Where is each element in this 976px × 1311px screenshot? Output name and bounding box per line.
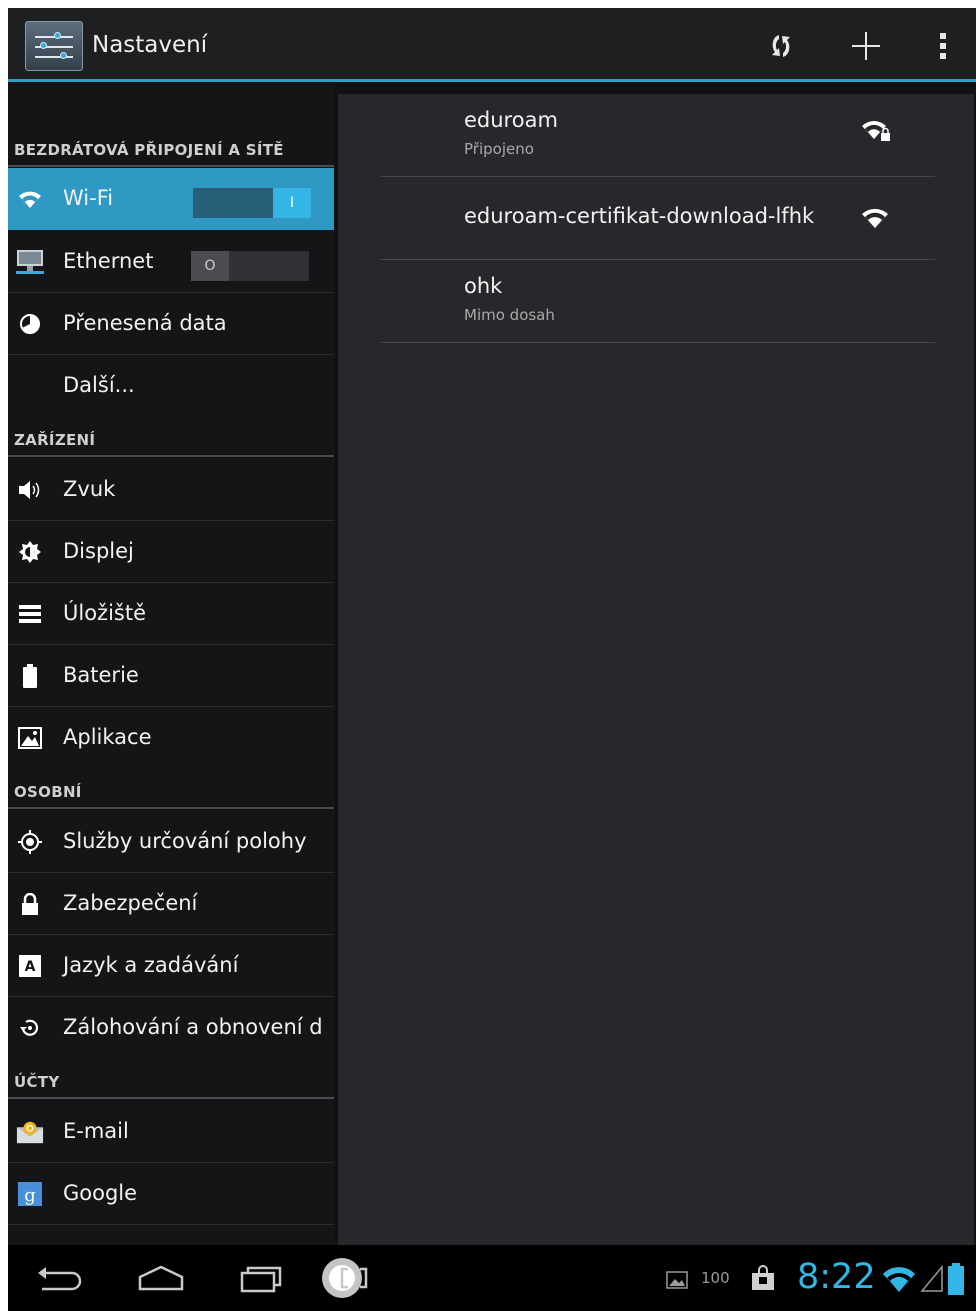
keyboard-a-icon: A (16, 953, 44, 979)
menu-item-data-usage[interactable]: Přenesená data (8, 293, 334, 355)
battery-icon (16, 663, 44, 689)
svg-text:g: g (24, 1185, 36, 1206)
wifi-icon (16, 186, 44, 212)
more-label: Další... (63, 373, 135, 397)
display-label: Displej (63, 539, 134, 563)
section-header-wireless: BEZDRÁTOVÁ PŘIPOJENÍ A SÍTĚ (8, 129, 334, 167)
ethernet-label: Ethernet (63, 249, 154, 273)
speaker-icon (16, 477, 44, 503)
screenshot-button[interactable] (320, 1255, 380, 1305)
menu-item-more[interactable]: Další... (8, 355, 334, 410)
network-status: Připojeno (464, 140, 534, 158)
gallery-notification-icon (666, 1271, 688, 1289)
brightness-icon (16, 539, 44, 565)
network-name: ohk (464, 274, 503, 298)
google-icon: g (16, 1181, 44, 1207)
recent-apps-icon (240, 1266, 282, 1293)
menu-item-display[interactable]: Displej (8, 521, 334, 583)
lock-icon (16, 891, 44, 917)
backup-restore-icon (16, 1015, 44, 1041)
wifi-label: Wi-Fi (63, 186, 114, 210)
location-label: Služby určování polohy (63, 829, 307, 853)
wps-button[interactable] (756, 22, 806, 70)
menu-item-google[interactable]: g Google (8, 1163, 334, 1225)
menu-item-storage[interactable]: Úložiště (8, 583, 334, 645)
security-label: Zabezpečení (63, 891, 198, 915)
app-title: Nastavení (92, 32, 208, 58)
settings-menu: BEZDRÁTOVÁ PŘIPOJENÍ A SÍTĚ Wi-Fi I Ethe… (8, 85, 334, 1245)
add-icon (852, 32, 880, 60)
menu-item-wifi[interactable]: Wi-Fi I (8, 168, 334, 230)
location-icon (16, 829, 44, 855)
cell-signal-icon (920, 1265, 943, 1292)
screen: Nastavení BEZDRÁTOVÁ PŘIPOJENÍ A SÍTĚ Wi… (8, 8, 976, 1311)
data-usage-icon (16, 311, 44, 337)
action-bar: Nastavení (8, 8, 976, 82)
menu-item-language[interactable]: A Jazyk a zadávání (8, 935, 334, 997)
network-item[interactable]: eduroam-certifikat-download-lfhk (381, 177, 935, 260)
wifi-network-list: eduroam Připojeno eduroam-certifikat-dow… (338, 94, 974, 1245)
menu-item-battery[interactable]: Baterie (8, 645, 334, 707)
wifi-status-icon (883, 1267, 915, 1292)
google-label: Google (63, 1181, 138, 1205)
add-network-button[interactable] (841, 22, 891, 70)
menu-item-sound[interactable]: Zvuk (8, 459, 334, 521)
email-icon (16, 1119, 44, 1145)
email-label: E-mail (63, 1119, 129, 1143)
wifi-toggle-thumb: I (273, 188, 311, 218)
wifi-toggle[interactable]: I (193, 188, 311, 218)
home-icon (138, 1265, 184, 1291)
network-item[interactable]: ohk Mimo dosah (381, 260, 935, 343)
svg-text:A: A (25, 959, 36, 975)
menu-item-ethernet[interactable]: Ethernet O (8, 231, 334, 293)
menu-item-email[interactable]: E-mail (8, 1101, 334, 1163)
menu-item-backup[interactable]: Zálohování a obnovení d (8, 997, 334, 1052)
wifi-signal-locked-icon (862, 121, 890, 141)
wps-icon (772, 35, 790, 57)
network-item[interactable]: eduroam Připojeno (381, 94, 935, 177)
menu-item-location[interactable]: Služby určování polohy (8, 811, 334, 873)
recent-apps-button[interactable] (240, 1263, 284, 1297)
menu-item-apps[interactable]: Aplikace (8, 707, 334, 762)
menu-item-add-account[interactable] (8, 1225, 334, 1245)
storage-label: Úložiště (63, 601, 147, 625)
overflow-menu-button[interactable] (918, 22, 968, 70)
battery-notification-text: 100 (701, 1269, 730, 1287)
shop-bag-icon (752, 1265, 774, 1290)
backup-label: Zálohování a obnovení d (63, 1015, 323, 1039)
section-header-accounts: ÚČTY (8, 1061, 334, 1099)
network-name: eduroam (464, 108, 558, 132)
battery-label: Baterie (63, 663, 139, 687)
system-nav-bar: 100 8:22 (8, 1245, 976, 1311)
wifi-signal-icon (862, 208, 888, 228)
screenshot-icon (322, 1258, 368, 1298)
ethernet-toggle-thumb: O (191, 251, 229, 281)
battery-status-icon (948, 1263, 964, 1295)
back-button[interactable] (36, 1265, 84, 1297)
home-button[interactable] (136, 1265, 186, 1297)
ethernet-toggle[interactable]: O (191, 251, 309, 281)
sound-label: Zvuk (63, 477, 116, 501)
clock: 8:22 (797, 1257, 876, 1297)
network-status: Mimo dosah (464, 306, 555, 324)
section-header-device: ZAŘÍZENÍ (8, 419, 334, 457)
overflow-menu-icon (940, 33, 946, 59)
apps-icon (16, 725, 44, 751)
section-header-personal: OSOBNÍ (8, 771, 334, 809)
network-name: eduroam-certifikat-download-lfhk (464, 204, 815, 228)
storage-icon (16, 601, 44, 627)
menu-item-security[interactable]: Zabezpečení (8, 873, 334, 935)
data-usage-label: Přenesená data (63, 311, 227, 335)
ethernet-icon (16, 249, 44, 275)
settings-sliders-icon[interactable] (25, 21, 83, 71)
apps-label: Aplikace (63, 725, 152, 749)
back-icon (38, 1267, 82, 1291)
language-label: Jazyk a zadávání (63, 953, 239, 977)
